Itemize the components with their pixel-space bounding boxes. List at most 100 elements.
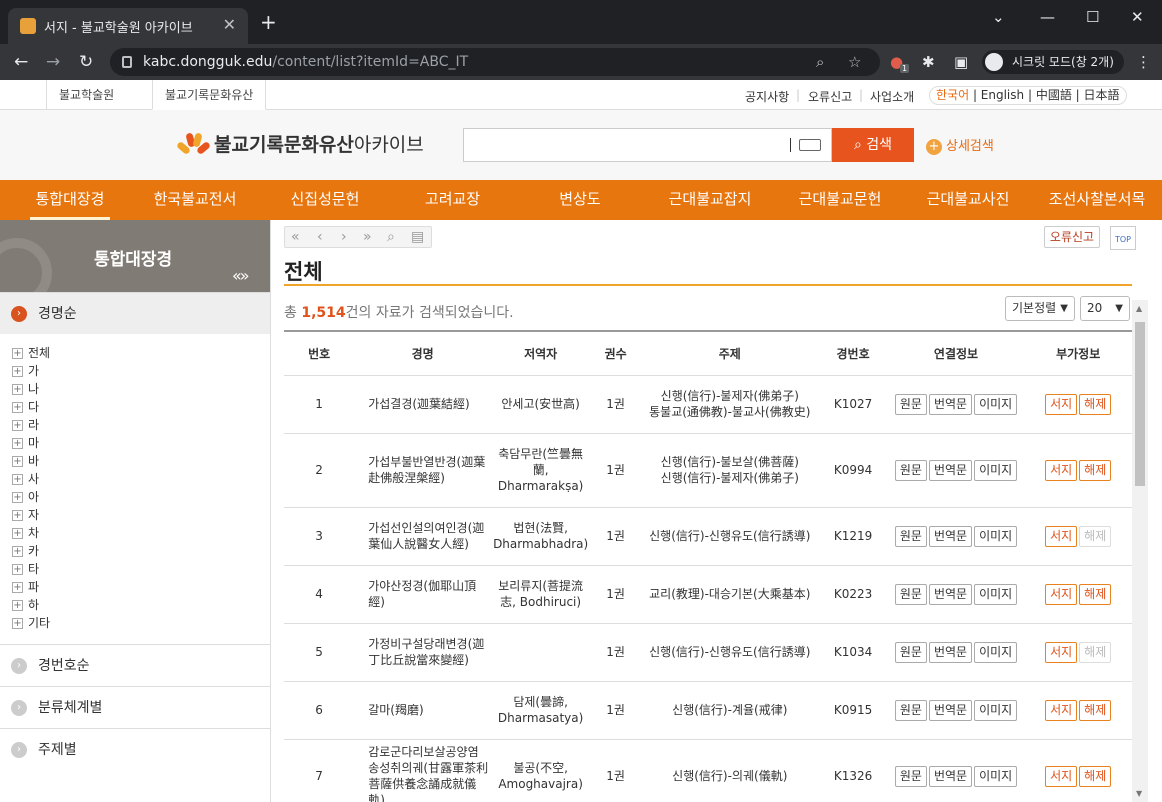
image-button[interactable]: 이미지: [974, 393, 1018, 415]
error-report-button[interactable]: 오류신고: [1044, 226, 1100, 248]
tree-item[interactable]: + 기타: [12, 614, 262, 632]
scrollbar[interactable]: ▲ ▼: [1132, 300, 1148, 802]
nav-modern-magazines[interactable]: 근대불교잡지: [660, 180, 760, 220]
nav-new-collections[interactable]: 신집성문헌: [280, 180, 370, 220]
image-button[interactable]: 이미지: [974, 641, 1018, 663]
tree-item[interactable]: + 라: [12, 416, 262, 434]
scroll-up-icon[interactable]: ▲: [1136, 304, 1142, 313]
original-text-button[interactable]: 원문: [894, 393, 927, 415]
keyboard-icon[interactable]: [799, 139, 821, 151]
expand-icon[interactable]: +: [12, 420, 23, 431]
tree-item[interactable]: + 가: [12, 362, 262, 380]
sutra-title-link[interactable]: 갈마(羯磨): [354, 681, 492, 740]
expand-icon[interactable]: +: [12, 366, 23, 377]
maximize-icon[interactable]: ☐: [1086, 8, 1099, 26]
lang-english[interactable]: English: [981, 88, 1024, 102]
address-bar[interactable]: kabc.dongguk.edu/content/list?itemId=ABC…: [110, 48, 880, 76]
lang-japanese[interactable]: 日本語: [1084, 88, 1120, 102]
tree-item[interactable]: + 사: [12, 470, 262, 488]
explanation-button[interactable]: 해제: [1079, 583, 1112, 605]
image-button[interactable]: 이미지: [974, 765, 1018, 787]
nav-byeonsangdo[interactable]: 변상도: [545, 180, 615, 220]
first-page-icon[interactable]: «: [291, 229, 300, 245]
explanation-button[interactable]: 해제: [1079, 393, 1112, 415]
page-size-select[interactable]: 20 ▼: [1080, 296, 1130, 321]
tree-item[interactable]: + 아: [12, 488, 262, 506]
minimize-icon[interactable]: —: [1040, 8, 1055, 26]
translation-button[interactable]: 번역문: [928, 699, 973, 721]
nav-modern-documents[interactable]: 근대불교문헌: [790, 180, 890, 220]
translation-button[interactable]: 번역문: [928, 393, 973, 415]
back-icon[interactable]: ←: [14, 52, 28, 72]
original-text-button[interactable]: 원문: [894, 765, 927, 787]
site-logo[interactable]: 불교기록문화유산아카이브: [175, 130, 424, 159]
expand-icon[interactable]: +: [12, 564, 23, 575]
translation-button[interactable]: 번역문: [928, 525, 973, 547]
tree-item[interactable]: + 전체: [12, 344, 262, 362]
collapse-arrows-icon[interactable]: «»: [232, 266, 250, 285]
link-error-report[interactable]: 오류신고: [808, 88, 852, 105]
browser-tab[interactable]: 서지 - 불교학술원 아카이브 ✕: [8, 8, 248, 44]
expand-icon[interactable]: +: [12, 600, 23, 611]
translation-button[interactable]: 번역문: [928, 459, 973, 481]
image-button[interactable]: 이미지: [974, 699, 1018, 721]
nav-modern-photos[interactable]: 근대불교사진: [918, 180, 1018, 220]
sutra-title-link[interactable]: 가섭부불반열반경(迦葉赴佛般涅槃經): [354, 433, 492, 508]
expand-icon[interactable]: +: [12, 384, 23, 395]
incognito-profile[interactable]: 시크릿 모드(창 2개): [982, 50, 1124, 74]
last-page-icon[interactable]: »: [363, 229, 372, 245]
bibliography-button[interactable]: 서지: [1045, 699, 1078, 721]
tab-academy[interactable]: 불교학술원: [46, 80, 126, 110]
original-text-button[interactable]: 원문: [894, 699, 927, 721]
zoom-icon[interactable]: ⌕: [816, 53, 824, 71]
expand-icon[interactable]: +: [12, 402, 23, 413]
bibliography-button[interactable]: 서지: [1045, 765, 1078, 787]
link-about[interactable]: 사업소개: [870, 88, 914, 105]
tree-item[interactable]: + 하: [12, 596, 262, 614]
expand-icon[interactable]: +: [12, 474, 23, 485]
bibliography-button[interactable]: 서지: [1045, 641, 1078, 663]
scroll-thumb[interactable]: [1135, 322, 1145, 486]
expand-icon[interactable]: +: [12, 582, 23, 593]
bibliography-button[interactable]: 서지: [1045, 583, 1078, 605]
expand-icon[interactable]: +: [12, 438, 23, 449]
expand-icon[interactable]: +: [12, 510, 23, 521]
tree-item[interactable]: + 파: [12, 578, 262, 596]
lang-korean[interactable]: 한국어: [936, 88, 969, 102]
tree-item[interactable]: + 나: [12, 380, 262, 398]
sidebar-item-classification[interactable]: › 분류체계별: [0, 686, 270, 728]
sutra-title-link[interactable]: 가섭선인설의여인경(迦葉仙人說醫女人經): [354, 507, 492, 566]
translation-button[interactable]: 번역문: [928, 641, 973, 663]
sidebar-item-topic[interactable]: › 주제별: [0, 728, 270, 770]
prev-page-icon[interactable]: ‹: [317, 229, 323, 245]
bibliography-button[interactable]: 서지: [1045, 459, 1078, 481]
sidebar-item-title-order[interactable]: › 경명순: [0, 292, 270, 334]
tree-item[interactable]: + 다: [12, 398, 262, 416]
tree-item[interactable]: + 자: [12, 506, 262, 524]
original-text-button[interactable]: 원문: [894, 583, 927, 605]
sidepanel-icon[interactable]: ▣: [954, 53, 968, 71]
bibliography-button[interactable]: 서지: [1045, 393, 1078, 415]
forward-icon[interactable]: →: [46, 52, 60, 72]
bibliography-button[interactable]: 서지: [1045, 525, 1078, 547]
image-button[interactable]: 이미지: [974, 525, 1018, 547]
explanation-button[interactable]: 해제: [1079, 459, 1112, 481]
tree-item[interactable]: + 카: [12, 542, 262, 560]
image-button[interactable]: 이미지: [974, 459, 1018, 481]
search-button[interactable]: ⌕ 검색: [832, 128, 914, 162]
image-button[interactable]: 이미지: [974, 583, 1018, 605]
tree-item[interactable]: + 차: [12, 524, 262, 542]
tree-item[interactable]: + 타: [12, 560, 262, 578]
translation-button[interactable]: 번역문: [928, 583, 973, 605]
link-notice[interactable]: 공지사항: [745, 88, 789, 105]
scroll-down-icon[interactable]: ▼: [1136, 789, 1142, 798]
close-tab-icon[interactable]: ✕: [223, 15, 236, 34]
advanced-search-link[interactable]: + 상세검색: [926, 135, 994, 155]
sutra-title-link[interactable]: 가섭결경(迦葉結經): [354, 375, 492, 434]
nav-korean-buddhist-works[interactable]: 한국불교전서: [145, 180, 245, 220]
tab-heritage[interactable]: 불교기록문화유산: [152, 80, 267, 110]
sutra-title-link[interactable]: 가정비구설당래변경(迦丁比丘說當來變經): [354, 623, 492, 682]
expand-icon[interactable]: +: [12, 618, 23, 629]
expand-icon[interactable]: +: [12, 492, 23, 503]
expand-icon[interactable]: +: [12, 546, 23, 557]
